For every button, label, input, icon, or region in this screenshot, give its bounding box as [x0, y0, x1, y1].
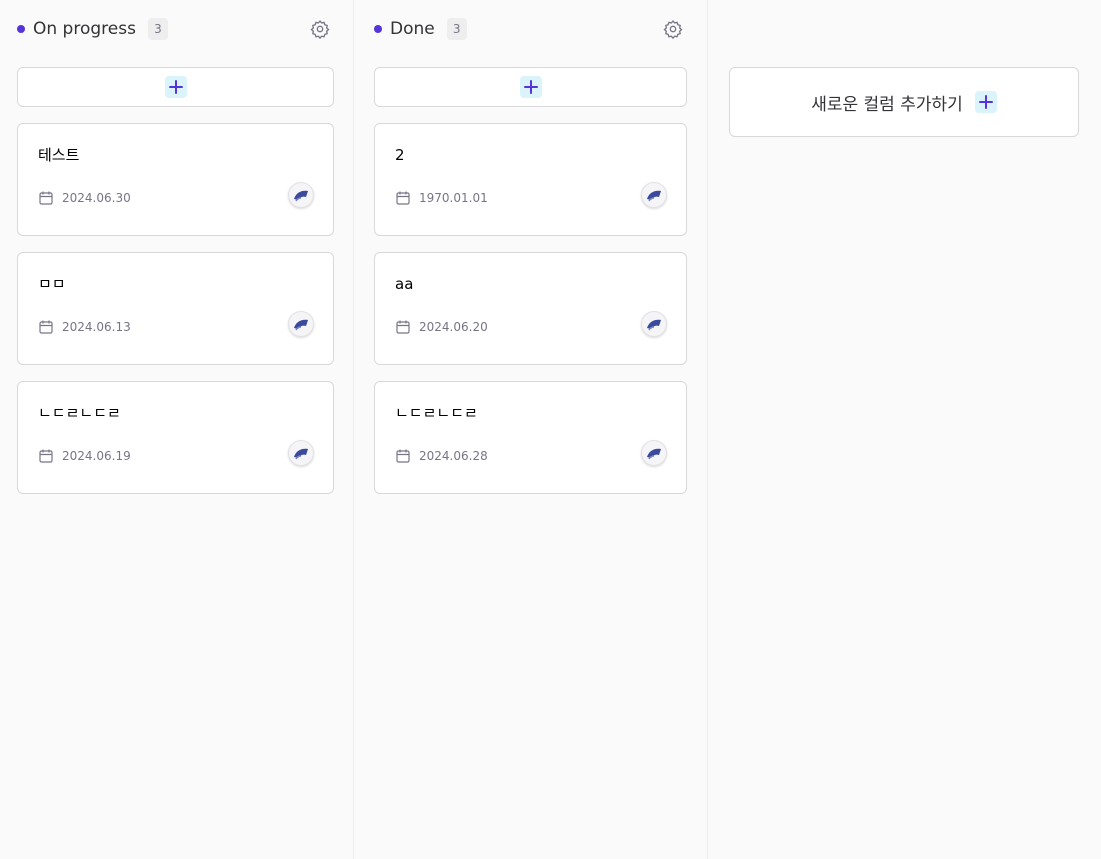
card-title: ㄴㄷㄹㄴㄷㄹ [395, 404, 478, 422]
task-card[interactable]: 2 1970.01.01 [374, 123, 687, 236]
plus-icon [519, 76, 542, 98]
task-card[interactable]: 테스트 2024.06.30 [17, 123, 334, 236]
add-column-area: 새로운 컬럼 추가하기 [708, 0, 1101, 859]
avatar[interactable] [641, 182, 667, 208]
column-on-progress: On progress 3 테스트 2024.06.30 ㅁㅁ 2024.06.… [0, 0, 354, 859]
task-card[interactable]: aa 2024.06.20 [374, 252, 687, 365]
avatar[interactable] [288, 440, 314, 466]
card-meta: 2024.06.19 [38, 440, 314, 466]
card-title: ㄴㄷㄹㄴㄷㄹ [38, 404, 121, 422]
plus-icon [974, 91, 997, 113]
card-list: 테스트 2024.06.30 ㅁㅁ 2024.06.13 ㄴㄷㄹㄴㄷㄹ 2024… [17, 123, 334, 494]
column-done: Done 3 2 1970.01.01 aa 2024.06.20 ㄴㄷㄹㄴㄷㄹ… [354, 0, 708, 859]
card-title: ㅁㅁ [38, 275, 66, 293]
card-meta: 1970.01.01 [395, 182, 667, 208]
due-date: 2024.06.19 [62, 449, 131, 463]
task-card[interactable]: ㄴㄷㄹㄴㄷㄹ 2024.06.28 [374, 381, 687, 494]
card-count-badge: 3 [147, 17, 168, 40]
avatar[interactable] [288, 182, 314, 208]
calendar-icon [38, 190, 54, 206]
add-card-button[interactable] [17, 67, 334, 107]
gear-icon[interactable] [309, 18, 331, 40]
task-card[interactable]: ㄴㄷㄹㄴㄷㄹ 2024.06.19 [17, 381, 334, 494]
kanban-board: On progress 3 테스트 2024.06.30 ㅁㅁ 2024.06.… [0, 0, 1101, 859]
calendar-icon [395, 319, 411, 335]
add-column-button[interactable]: 새로운 컬럼 추가하기 [729, 67, 1079, 137]
gear-icon[interactable] [662, 18, 684, 40]
add-column-label: 새로운 컬럼 추가하기 [811, 94, 963, 115]
calendar-icon [38, 448, 54, 464]
card-meta: 2024.06.28 [395, 440, 667, 466]
calendar-icon [395, 448, 411, 464]
column-title: On progress [33, 18, 136, 39]
status-dot-icon [374, 24, 382, 33]
calendar-icon [395, 190, 411, 206]
card-title: 2 [395, 146, 405, 164]
card-meta: 2024.06.20 [395, 311, 667, 337]
plus-icon [164, 76, 187, 98]
due-date: 1970.01.01 [419, 191, 488, 205]
column-title: Done [390, 18, 435, 39]
card-title: 테스트 [38, 146, 80, 164]
task-card[interactable]: ㅁㅁ 2024.06.13 [17, 252, 334, 365]
avatar[interactable] [288, 311, 314, 337]
avatar[interactable] [641, 440, 667, 466]
calendar-icon [38, 319, 54, 335]
status-dot-icon [17, 24, 25, 33]
add-card-button[interactable] [374, 67, 687, 107]
column-header: On progress 3 [17, 0, 334, 57]
column-header: Done 3 [374, 0, 687, 57]
due-date: 2024.06.28 [419, 449, 488, 463]
due-date: 2024.06.20 [419, 320, 488, 334]
avatar[interactable] [641, 311, 667, 337]
card-count-badge: 3 [446, 17, 467, 40]
due-date: 2024.06.13 [62, 320, 131, 334]
card-meta: 2024.06.30 [38, 182, 314, 208]
card-meta: 2024.06.13 [38, 311, 314, 337]
card-list: 2 1970.01.01 aa 2024.06.20 ㄴㄷㄹㄴㄷㄹ 2024.0… [374, 123, 687, 494]
due-date: 2024.06.30 [62, 191, 131, 205]
card-title: aa [395, 275, 414, 293]
